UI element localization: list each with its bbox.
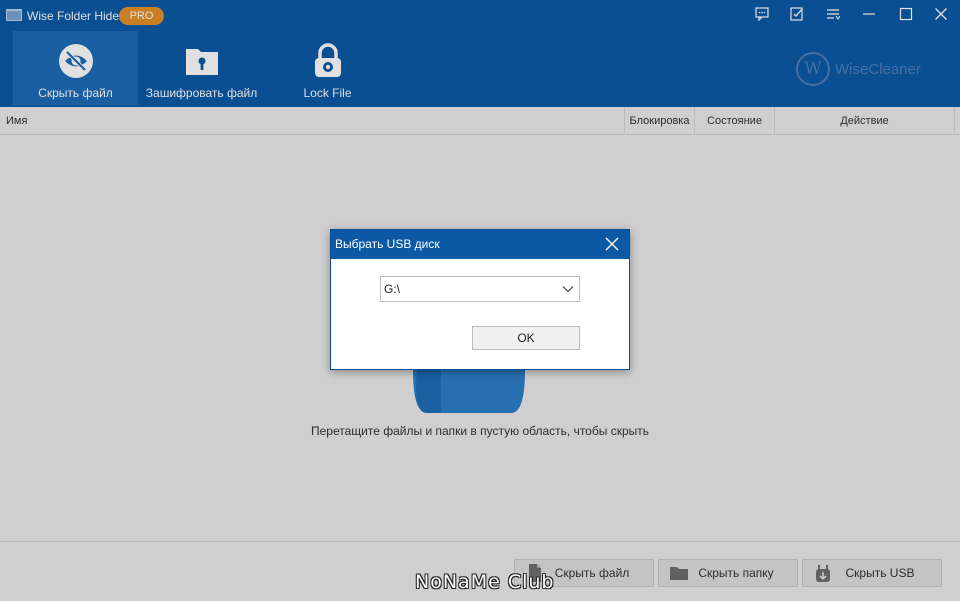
dialog-close-icon[interactable] bbox=[603, 235, 621, 253]
chevron-down-icon bbox=[562, 286, 574, 293]
select-usb-dialog: Выбрать USB диск G:\ OK bbox=[330, 229, 630, 370]
usb-drive-select[interactable]: G:\ bbox=[380, 276, 580, 302]
ok-button[interactable]: OK bbox=[472, 326, 580, 350]
dialog-title: Выбрать USB диск bbox=[335, 237, 440, 251]
usb-drive-value: G:\ bbox=[384, 282, 401, 296]
watermark-text: NoNaMe Club bbox=[415, 571, 555, 593]
dialog-title-bar[interactable]: Выбрать USB диск bbox=[331, 230, 629, 259]
